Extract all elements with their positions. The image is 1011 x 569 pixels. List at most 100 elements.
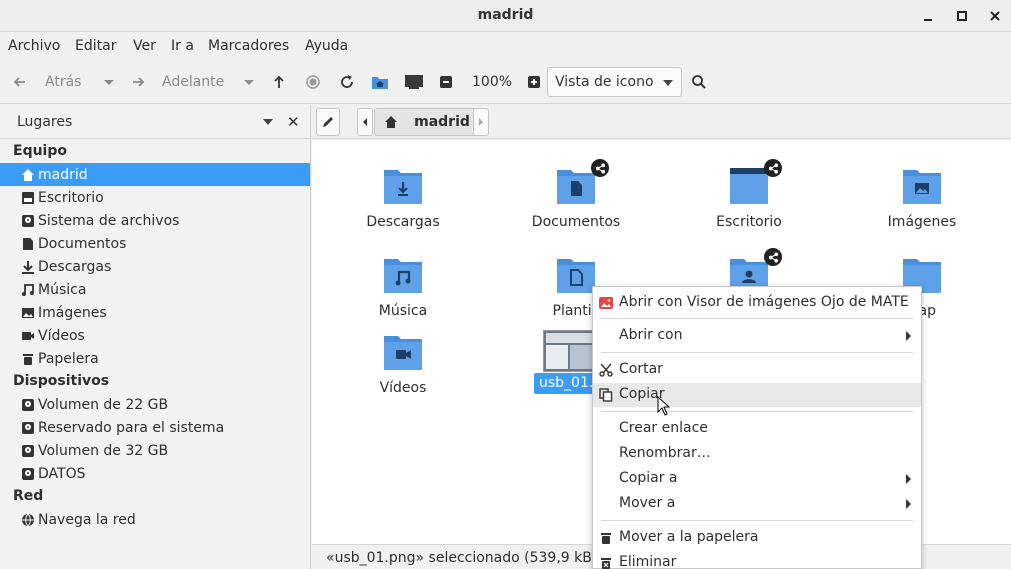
file-item-escritorio[interactable]: Escritorio — [679, 159, 819, 230]
view-mode-select[interactable]: Vista de icono — [547, 67, 682, 97]
maximize-button[interactable] — [952, 6, 972, 26]
sidebar-item-label: Escritorio — [38, 189, 104, 206]
scissors-icon — [599, 363, 613, 377]
sidebar-item-documentos[interactable]: Documentos — [0, 232, 310, 255]
path-scroll-left[interactable] — [357, 108, 373, 136]
sidebar-item-label: Reservado para el sistema — [38, 419, 225, 436]
chevron-right-icon — [479, 118, 483, 126]
sidebar-item-papelera[interactable]: Papelera — [0, 347, 310, 370]
path-segment-madrid[interactable]: madrid — [374, 108, 480, 136]
sidebar-item-reservado[interactable]: Reservado para el sistema — [0, 416, 310, 439]
search-button[interactable] — [691, 60, 707, 104]
menu-item-move-to[interactable]: Mover a — [593, 492, 921, 516]
menu-item-label: Eliminar — [619, 554, 677, 569]
file-name: Imágenes — [887, 214, 957, 230]
menu-ver[interactable]: Ver — [133, 38, 156, 54]
sidebar-item-label: Documentos — [38, 235, 127, 252]
menu-item-rename[interactable]: Renombrar… — [593, 442, 921, 466]
minimize-button[interactable] — [918, 6, 938, 26]
forward-history-dropdown[interactable] — [241, 60, 257, 104]
image-icon — [21, 306, 35, 320]
file-item-descargas[interactable]: Descargas — [333, 166, 473, 230]
close-icon — [990, 11, 1000, 21]
drive-icon — [21, 444, 35, 458]
sidebar-item-label: Música — [38, 281, 87, 298]
close-button[interactable] — [985, 6, 1005, 26]
menu-separator — [601, 352, 913, 353]
arrow-left-icon — [13, 77, 25, 87]
sidebar-item-escritorio[interactable]: Escritorio — [0, 186, 310, 209]
menu-ir-a[interactable]: Ir a — [171, 38, 194, 54]
status-text: «usb_01.png» seleccionado (539,9 kB), Es — [326, 550, 623, 566]
menu-separator — [601, 318, 913, 319]
submenu-arrow-icon — [906, 331, 911, 341]
back-button[interactable]: Atrás — [12, 60, 81, 104]
menu-editar[interactable]: Editar — [75, 38, 116, 54]
zoom-out-button[interactable] — [438, 60, 454, 104]
sidebar-item-madrid[interactable]: madrid — [0, 163, 310, 186]
menu-item-move-to-trash[interactable]: Mover a la papelera — [593, 526, 921, 550]
menu-item-open-with[interactable]: Abrir con — [593, 324, 921, 348]
sidebar-item-navega-la-red[interactable]: Navega la red — [0, 508, 310, 531]
plus-icon — [528, 76, 540, 88]
menu-item-label: Renombrar… — [619, 445, 711, 461]
selected-file-label[interactable]: usb_01.p — [534, 373, 602, 394]
sidebar-item-label: Sistema de archivos — [38, 212, 180, 229]
chevron-down-icon — [244, 80, 254, 85]
section-red: Red — [13, 488, 44, 504]
menu-item-delete[interactable]: Eliminar — [593, 551, 921, 569]
sidebar-item-label: Vídeos — [38, 327, 85, 344]
sidebar-item-label: Descargas — [38, 258, 112, 275]
sidebar-item-volumen-22gb[interactable]: Volumen de 22 GB — [0, 393, 310, 416]
file-item-musica[interactable]: Música — [333, 255, 473, 319]
sidebar-item-sistema-de-archivos[interactable]: Sistema de archivos — [0, 209, 310, 232]
path-scroll-right[interactable] — [473, 108, 489, 136]
file-item-videos[interactable]: Vídeos — [333, 332, 473, 396]
sidebar-title: Lugares — [17, 114, 73, 130]
trash-icon — [21, 352, 35, 366]
reload-icon — [341, 75, 353, 88]
edit-location-button[interactable] — [316, 108, 340, 136]
drive-icon — [21, 421, 35, 435]
menu-item-make-link[interactable]: Crear enlace — [593, 417, 921, 441]
sidebar-menu-dropdown[interactable] — [263, 119, 273, 125]
menu-ayuda[interactable]: Ayuda — [305, 38, 348, 54]
menu-item-copy[interactable]: Copiar — [593, 383, 921, 407]
file-item-imagenes[interactable]: Imágenes — [852, 166, 992, 230]
section-equipo: Equipo — [13, 143, 67, 159]
menu-item-open-with-app[interactable]: Abrir con Visor de imágenes Ojo de MATE — [593, 291, 921, 315]
menu-item-label: Cortar — [619, 361, 663, 377]
menu-marcadores[interactable]: Marcadores — [208, 38, 289, 54]
sidebar: Lugares ✕ Equipo madrid Escritorio Siste… — [0, 105, 311, 569]
context-menu: Abrir con Visor de imágenes Ojo de MATE … — [592, 286, 922, 569]
computer-button[interactable] — [404, 60, 424, 104]
minimize-icon — [924, 19, 932, 21]
menu-item-label: Crear enlace — [619, 420, 708, 436]
search-icon — [692, 75, 706, 89]
menu-item-copy-to[interactable]: Copiar a — [593, 467, 921, 491]
menu-item-cut[interactable]: Cortar — [593, 358, 921, 382]
zoom-in-button[interactable] — [526, 60, 542, 104]
sidebar-close-button[interactable]: ✕ — [287, 113, 300, 131]
sidebar-item-descargas[interactable]: Descargas — [0, 255, 310, 278]
minus-icon — [440, 76, 452, 88]
sidebar-item-datos[interactable]: DATOS — [0, 462, 310, 485]
forward-button[interactable]: Adelante — [130, 60, 224, 104]
sidebar-item-imagenes[interactable]: Imágenes — [0, 301, 310, 324]
back-history-dropdown[interactable] — [101, 60, 117, 104]
view-mode-value: Vista de icono — [555, 74, 654, 90]
sidebar-item-videos[interactable]: Vídeos — [0, 324, 310, 347]
folder-desktop-icon — [728, 166, 770, 206]
maximize-icon — [957, 11, 967, 21]
up-button[interactable] — [271, 60, 287, 104]
reload-button[interactable] — [339, 60, 355, 104]
menu-archivo[interactable]: Archivo — [8, 38, 60, 54]
image-thumbnail[interactable] — [543, 330, 595, 372]
pencil-icon — [323, 117, 333, 127]
sidebar-item-musica[interactable]: Música — [0, 278, 310, 301]
zoom-level: 100% — [472, 74, 513, 90]
file-item-documentos[interactable]: Documentos — [506, 159, 646, 230]
stop-button[interactable] — [305, 60, 321, 104]
sidebar-item-volumen-32gb[interactable]: Volumen de 32 GB — [0, 439, 310, 462]
home-button[interactable] — [371, 60, 389, 104]
